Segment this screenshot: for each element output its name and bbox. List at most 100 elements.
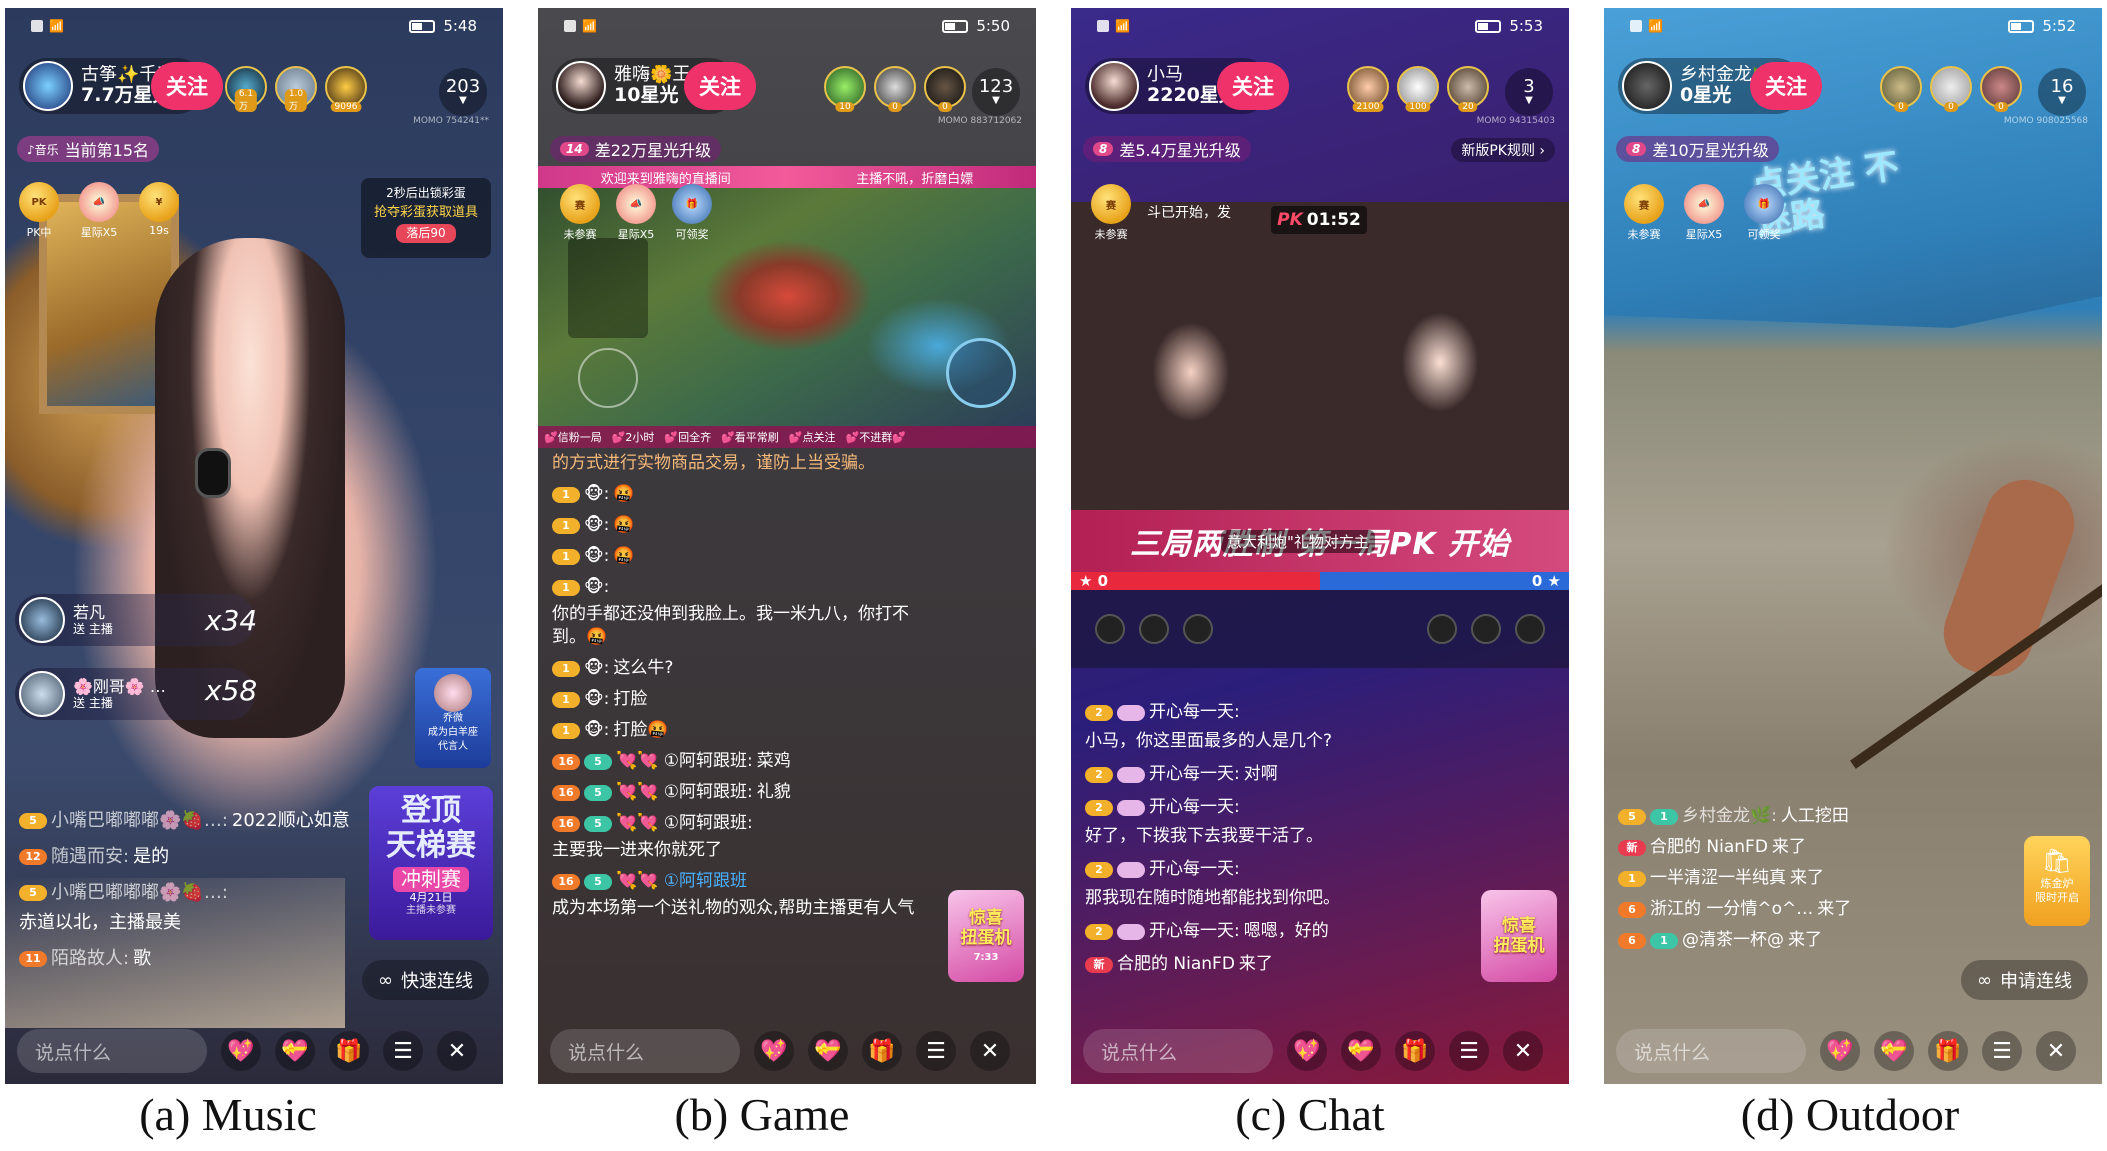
chat-message[interactable]: 6 浙江的 一分情^o^… 来了 <box>1618 897 1998 922</box>
viewer-avatar[interactable]: 9096 <box>325 66 367 112</box>
pk-video[interactable]: PK01:52 斗已开始，发 三局两胜制 第一局PK 开始 意大利炮"礼物对方主… <box>1071 202 1569 590</box>
chat-message[interactable]: 16 5 💘💘 ①阿轲跟班: 礼貌 <box>552 781 932 804</box>
gift-bag-icon[interactable]: 💝 <box>1874 1031 1914 1071</box>
alchemy-furnace-button[interactable]: 🛍 炼金炉 限时开启 <box>2024 836 2090 926</box>
gacha-machine-button[interactable]: 惊喜 扭蛋机 <box>1481 890 1557 982</box>
chat-message[interactable]: 1 🐵: 🤬 <box>552 545 932 568</box>
chat-message[interactable]: 2 开心每一天: 嗯嗯，好的 <box>1085 919 1385 944</box>
viewer-avatar[interactable]: 20 <box>1447 66 1489 112</box>
chat-message[interactable]: 5 小嘴巴嘟嘟嘟🌸🍓…: 赤道以北，主播最美 <box>19 880 319 936</box>
chat-message[interactable]: 16 5 💘💘 ①阿轲跟班 成为本场第一个送礼物的观众,帮助主播更有人气 <box>552 870 922 920</box>
star-icon[interactable]: 📣 星际X5 <box>616 184 656 242</box>
spokesperson-card[interactable]: 乔微 成为白羊座 代言人 <box>415 668 491 768</box>
pk-rules-link[interactable]: 新版PK规则 › <box>1451 138 1555 162</box>
entry-icon[interactable]: 赛未参赛 <box>1091 184 1131 242</box>
star-icon[interactable]: 📣 星际X5 <box>1684 184 1724 242</box>
chat-message[interactable]: 2 开心每一天: 好了，下拨我下去我要干活了。 <box>1085 795 1385 849</box>
egg-event-panel[interactable]: 2秒后出锁彩蛋 抢夺彩蛋获取道具 落后90 <box>361 178 491 258</box>
heart-icon[interactable]: 💖 <box>1820 1031 1860 1071</box>
host-avatar[interactable] <box>1622 61 1672 111</box>
level-bar[interactable]: 14 差22万星光升级 <box>550 136 722 162</box>
follow-button[interactable]: 关注 <box>1750 62 1822 110</box>
chat-message[interactable]: 1 🐵: 这么牛? <box>552 657 932 680</box>
menu-icon[interactable]: ☰ <box>1982 1031 2022 1071</box>
heart-icon[interactable]: 💖 <box>754 1031 794 1071</box>
star-icon[interactable]: 📣 星际X5 <box>79 182 119 240</box>
gift-bag-icon[interactable]: 💝 <box>808 1031 848 1071</box>
chat-message[interactable]: 12 随遇而安: 是的 <box>19 844 399 870</box>
chat-message[interactable]: 16 5 💘💘 ①阿轲跟班: 主要我一进来你就死了 <box>552 812 912 862</box>
reward-icon[interactable]: 🎁 可领奖 <box>672 184 712 242</box>
gift-icon[interactable]: 🎁 <box>329 1031 369 1071</box>
say-input[interactable]: 说点什么 <box>1083 1029 1273 1073</box>
viewer-avatar[interactable]: 10 <box>824 66 866 112</box>
follow-button[interactable]: 关注 <box>1217 62 1289 110</box>
gift-bag-icon[interactable]: 💝 <box>1341 1031 1381 1071</box>
host-card[interactable]: 雅嗨🌼王… 10星光 关注 <box>552 58 756 114</box>
viewer-avatar[interactable]: 6.1万 <box>225 66 267 112</box>
chat-message[interactable]: 1 🐵: 打脸 <box>552 688 932 711</box>
say-input[interactable]: 说点什么 <box>1616 1029 1806 1073</box>
heart-icon[interactable]: 💖 <box>1287 1031 1327 1071</box>
host-card[interactable]: 古筝✨千艺 7.7万星光 关注 <box>19 58 223 114</box>
gifter-avatar[interactable] <box>19 597 65 643</box>
chat-message[interactable]: 2 开心每一天: 小马，你这里面最多的人是几个? <box>1085 700 1385 754</box>
gift-icon[interactable]: 🎁 <box>862 1031 902 1071</box>
close-icon[interactable]: ✕ <box>1503 1031 1543 1071</box>
coin-icon[interactable]: ¥19s <box>139 182 179 240</box>
chat-message[interactable]: 新合肥的 NianFD 来了 <box>1618 835 1998 860</box>
viewer-avatar[interactable]: 100 <box>1397 66 1439 112</box>
gift-icon[interactable]: 🎁 <box>1928 1031 1968 1071</box>
menu-icon[interactable]: ☰ <box>1449 1031 1489 1071</box>
chat-message[interactable]: 1 🐵: 打脸🤬 <box>552 719 932 742</box>
chat-message[interactable]: 2 开心每一天: 那我现在随时随地都能找到你吧。 <box>1085 857 1385 911</box>
gacha-machine-button[interactable]: 惊喜 扭蛋机 7:33 <box>948 890 1024 982</box>
pk-icon[interactable]: PK PK中 <box>19 182 59 240</box>
viewer-avatar[interactable]: 0 <box>924 66 966 112</box>
host-avatar[interactable] <box>23 61 73 111</box>
close-icon[interactable]: ✕ <box>970 1031 1010 1071</box>
level-bar[interactable]: 8 差10万星光升级 <box>1616 136 1779 162</box>
viewer-count[interactable]: 16 ▼ <box>2038 68 2086 116</box>
chat-message[interactable]: 16 5 💘💘 ①阿轲跟班: 菜鸡 <box>552 750 932 773</box>
host-avatar[interactable] <box>1089 61 1139 111</box>
chat-message[interactable]: 1 🐵: 🤬 <box>552 483 932 506</box>
chat-message[interactable]: 5 小嘴巴嘟嘟嘟🌸🍓…: 2022顺心如意 <box>19 808 399 834</box>
host-card[interactable]: 小马 2220星光 关注 <box>1085 58 1289 114</box>
gift-bag-icon[interactable]: 💝 <box>275 1031 315 1071</box>
follow-button[interactable]: 关注 <box>151 62 223 110</box>
viewer-avatar[interactable]: 0 <box>1980 66 2022 112</box>
entry-icon[interactable]: 赛未参赛 <box>560 184 600 242</box>
menu-icon[interactable]: ☰ <box>916 1031 956 1071</box>
viewer-avatar[interactable]: 1.0万 <box>275 66 317 112</box>
reward-icon[interactable]: 🎁 可领奖 <box>1744 184 1784 242</box>
chat-message[interactable]: 新合肥的 NianFD 来了 <box>1085 952 1465 977</box>
viewer-count[interactable]: 3 ▼ <box>1505 68 1553 116</box>
viewer-count[interactable]: 123 ▼ <box>972 68 1020 116</box>
host-avatar[interactable] <box>556 61 606 111</box>
follow-button[interactable]: 关注 <box>684 62 756 110</box>
chat-message[interactable]: 1 🐵: 🤬 <box>552 514 932 537</box>
gift-icon[interactable]: 🎁 <box>1395 1031 1435 1071</box>
menu-icon[interactable]: ☰ <box>383 1031 423 1071</box>
chat-message[interactable]: 6 1 @清茶一杯@ 来了 <box>1618 928 1998 953</box>
chat-message[interactable]: 1 🐵: 你的手都还没伸到我脸上。我一米九八，你打不到。🤬 <box>552 576 912 649</box>
apply-link-button[interactable]: ∞ 申请连线 <box>1961 960 2088 1000</box>
viewer-avatar[interactable]: 0 <box>1880 66 1922 112</box>
chat-message[interactable]: 5 1 乡村金龙🌿: 人工挖田 <box>1618 804 1918 829</box>
say-input[interactable]: 说点什么 <box>550 1029 740 1073</box>
entry-icon[interactable]: 赛未参赛 <box>1624 184 1664 242</box>
viewer-avatar[interactable]: 0 <box>874 66 916 112</box>
say-input[interactable]: 说点什么 <box>17 1029 207 1073</box>
viewer-count[interactable]: 203 ▼ <box>439 68 487 116</box>
quick-link-button[interactable]: ∞ 快速连线 <box>362 960 489 1000</box>
close-icon[interactable]: ✕ <box>437 1031 477 1071</box>
chat-message[interactable]: 1 一半清涩一半纯真 来了 <box>1618 866 1998 891</box>
chat-message[interactable]: 11 陌路故人: 歌 <box>19 946 399 972</box>
host-card[interactable]: 乡村金龙🌿 0星光 关注 <box>1618 58 1822 114</box>
chat-message[interactable]: 的方式进行实物商品交易，谨防上当受骗。 <box>552 452 922 475</box>
gifter-avatar[interactable] <box>19 671 65 717</box>
level-bar[interactable]: 8 差5.4万星光升级 <box>1083 136 1251 162</box>
close-icon[interactable]: ✕ <box>2036 1031 2076 1071</box>
viewer-avatar[interactable]: 2100 <box>1347 66 1389 112</box>
